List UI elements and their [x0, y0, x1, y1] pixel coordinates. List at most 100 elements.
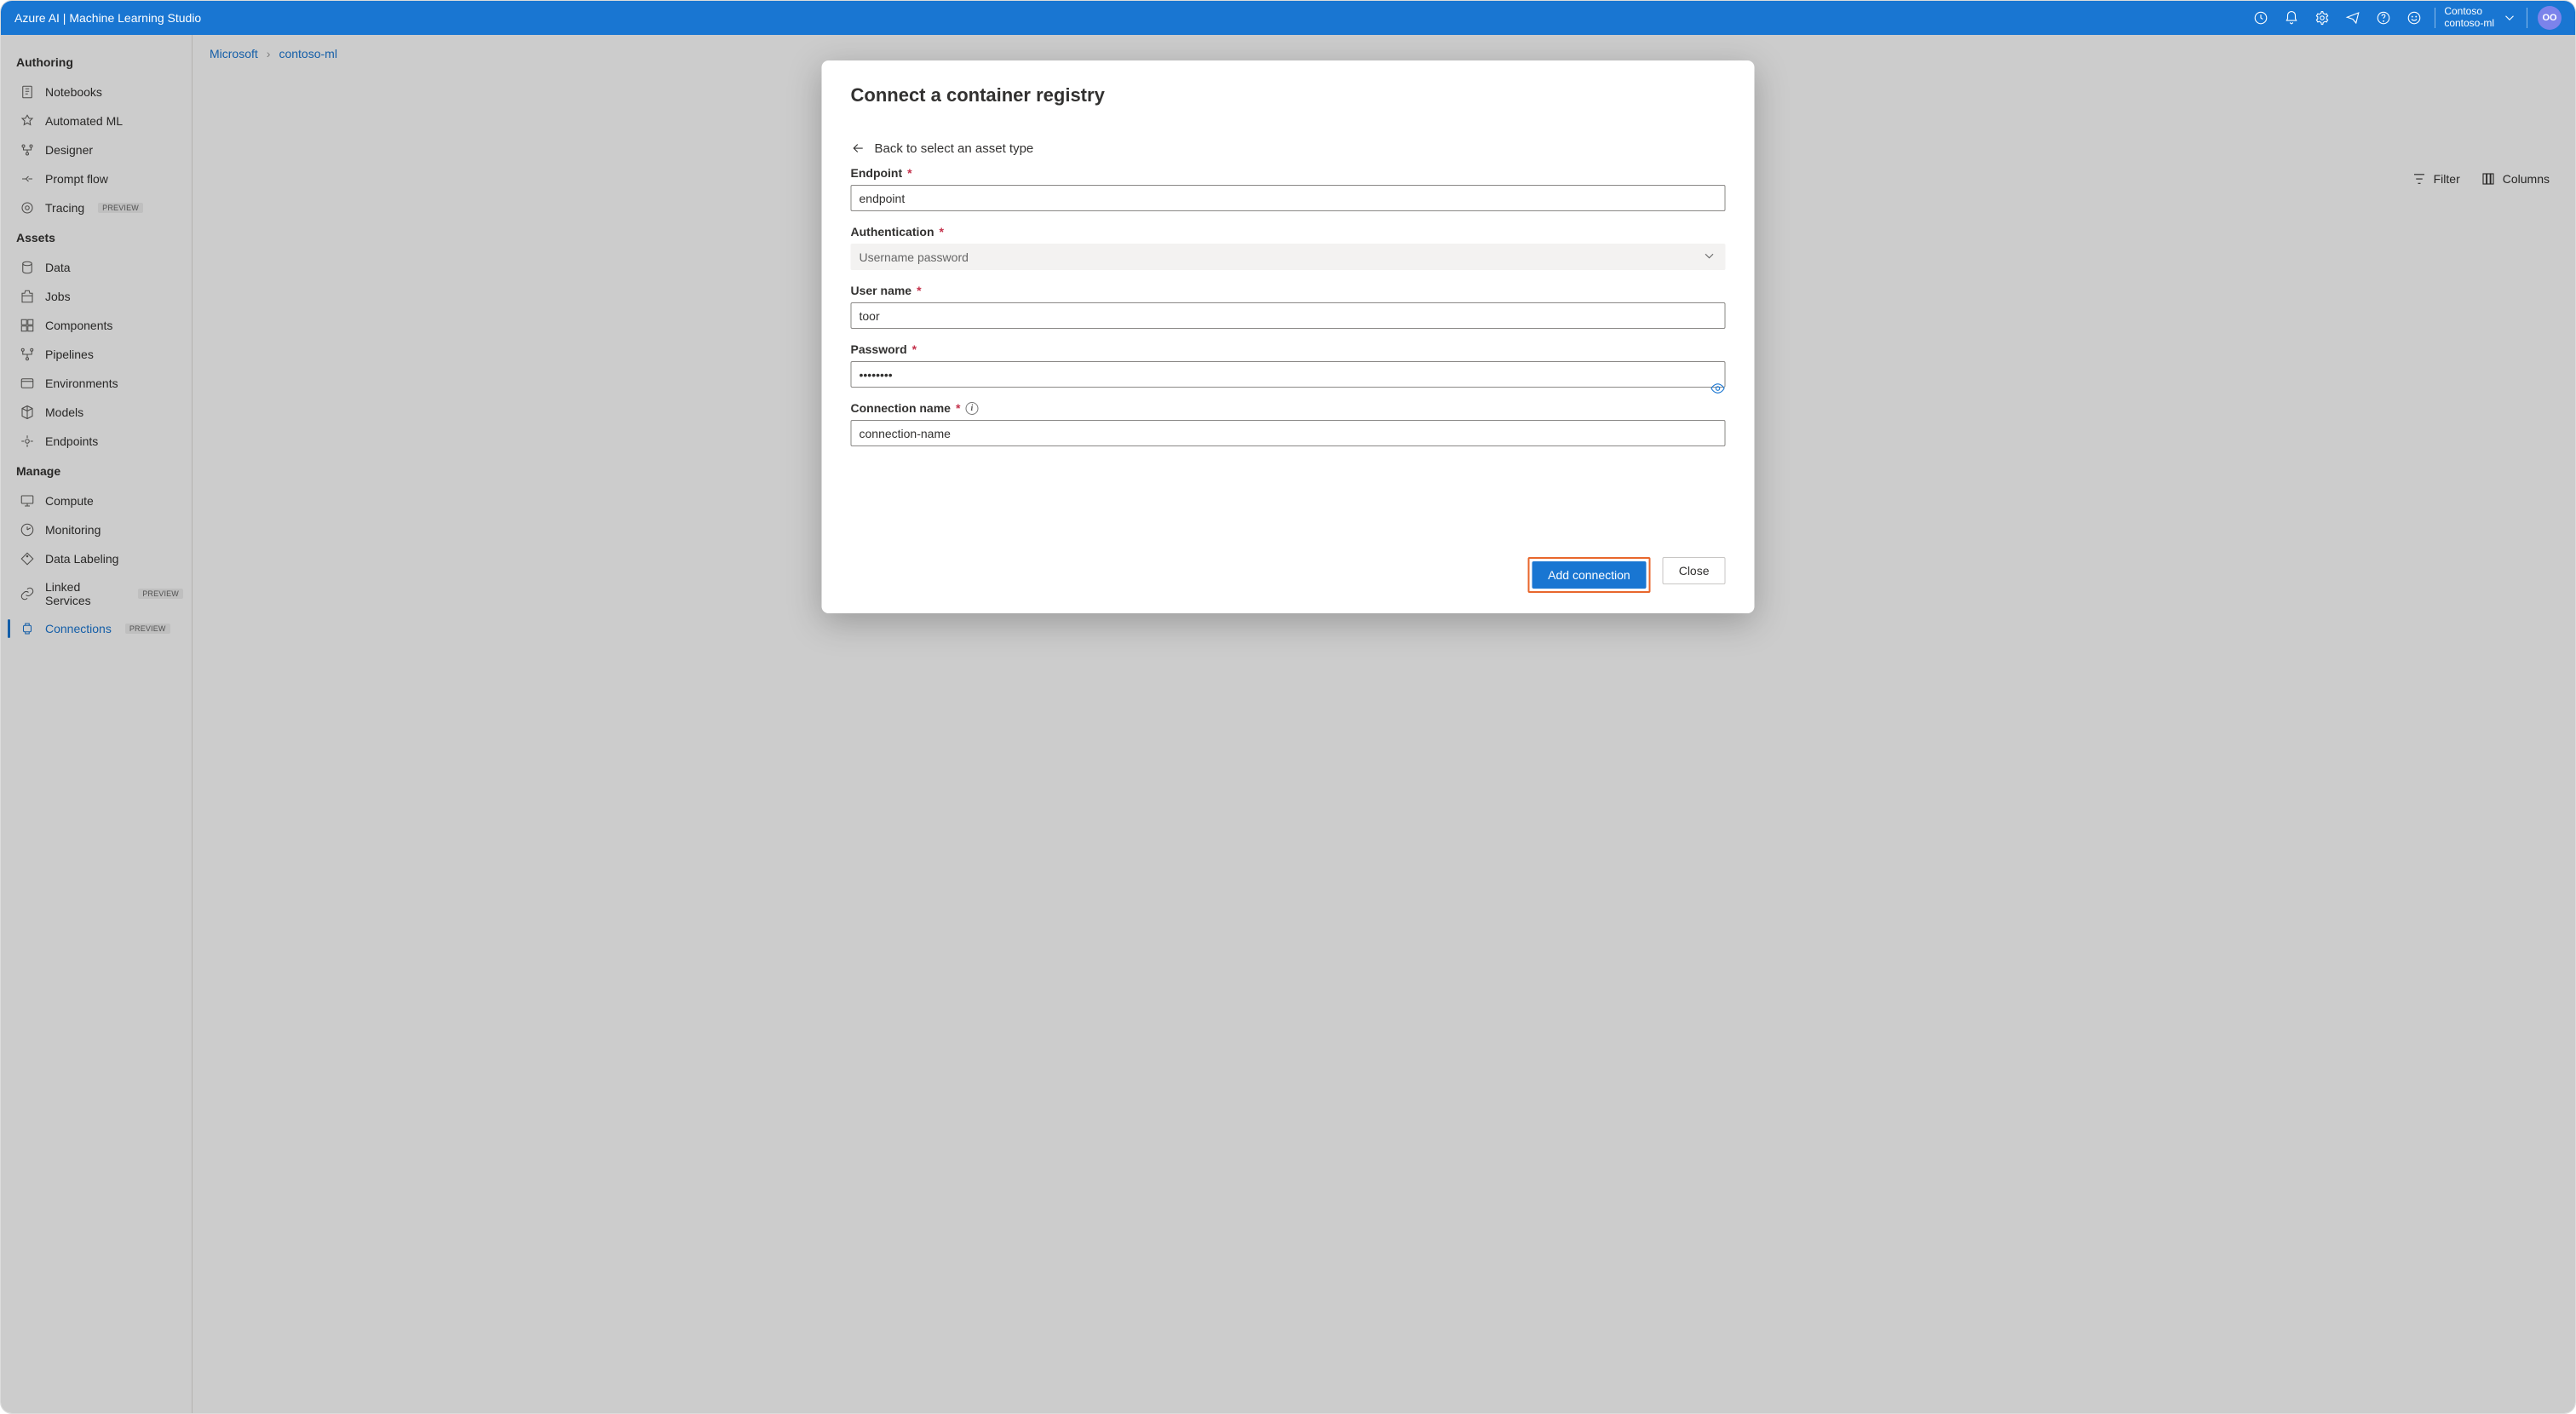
authentication-label: Authentication *: [851, 225, 1726, 239]
feedback-icon[interactable]: [2337, 1, 2368, 35]
breadcrumb-item[interactable]: contoso-ml: [279, 47, 336, 60]
workspace-directory: Contoso: [2444, 6, 2494, 18]
connection-name-label: Connection name * i: [851, 401, 1726, 415]
sidebar-section-manage: Manage: [1, 456, 192, 486]
sidebar-item-label: Environments: [45, 376, 118, 390]
list-toolbar: Filter Columns: [2412, 171, 2550, 187]
environments-icon: [20, 376, 35, 391]
sidebar-item-data-labeling[interactable]: Data Labeling: [1, 544, 192, 573]
sidebar-item-tracing[interactable]: Tracing PREVIEW: [1, 193, 192, 222]
filter-button[interactable]: Filter: [2412, 171, 2460, 187]
sidebar-item-label: Data: [45, 261, 71, 274]
jobs-icon: [20, 289, 35, 304]
sidebar-item-automated-ml[interactable]: Automated ML: [1, 106, 192, 135]
sidebar-item-label: Prompt flow: [45, 172, 108, 186]
sidebar-item-label: Data Labeling: [45, 552, 118, 566]
datalabeling-icon: [20, 551, 35, 566]
info-icon[interactable]: i: [965, 402, 978, 415]
sidebar-section-assets: Assets: [1, 222, 192, 253]
breadcrumb: Microsoft › contoso-ml: [210, 47, 2558, 60]
sidebar-item-prompt-flow[interactable]: Prompt flow: [1, 164, 192, 193]
smile-feedback-icon[interactable]: [2399, 1, 2429, 35]
authentication-select[interactable]: [851, 244, 1726, 270]
username-label: User name *: [851, 284, 1726, 297]
sidebar-item-label: Linked Services: [45, 580, 124, 607]
tracing-icon: [20, 200, 35, 216]
sidebar-item-components[interactable]: Components: [1, 311, 192, 340]
workspace-name: contoso-ml: [2444, 18, 2494, 30]
sidebar-item-label: Endpoints: [45, 434, 98, 448]
add-connection-button[interactable]: Add connection: [1532, 561, 1647, 589]
monitoring-icon: [20, 522, 35, 537]
password-label: Password *: [851, 342, 1726, 356]
models-icon: [20, 405, 35, 420]
workspace-switcher[interactable]: Contoso contoso-ml: [2441, 6, 2498, 30]
connections-icon: [20, 621, 35, 636]
sidebar-item-notebooks[interactable]: Notebooks: [1, 78, 192, 106]
workspace-caret-icon[interactable]: [2498, 10, 2521, 26]
designer-icon: [20, 142, 35, 158]
endpoints-icon: [20, 434, 35, 449]
sidebar-item-label: Components: [45, 319, 112, 332]
preview-badge: PREVIEW: [125, 624, 170, 634]
sidebar-item-label: Notebooks: [45, 85, 102, 99]
back-link-label: Back to select an asset type: [875, 141, 1034, 156]
columns-label: Columns: [2503, 172, 2550, 186]
sidebar-item-endpoints[interactable]: Endpoints: [1, 427, 192, 456]
sidebar-item-pipelines[interactable]: Pipelines: [1, 340, 192, 369]
avatar[interactable]: OO: [2538, 6, 2562, 30]
help-icon[interactable]: [2368, 1, 2399, 35]
notifications-icon[interactable]: [2276, 1, 2307, 35]
filter-label: Filter: [2434, 172, 2460, 186]
sidebar-item-compute[interactable]: Compute: [1, 486, 192, 515]
sidebar-item-label: Compute: [45, 494, 94, 508]
data-icon: [20, 260, 35, 275]
sidebar-item-label: Connections: [45, 622, 112, 635]
automl-icon: [20, 113, 35, 129]
username-input[interactable]: [851, 302, 1726, 329]
topbar: Azure AI | Machine Learning Studio Conto…: [1, 1, 2575, 35]
connection-name-input[interactable]: [851, 420, 1726, 446]
modal-title: Connect a container registry: [851, 84, 1726, 106]
sidebar-item-designer[interactable]: Designer: [1, 135, 192, 164]
tutorial-highlight: Add connection: [1527, 557, 1651, 593]
sidebar-item-environments[interactable]: Environments: [1, 369, 192, 398]
sidebar-item-models[interactable]: Models: [1, 398, 192, 427]
sidebar-item-connections[interactable]: Connections PREVIEW: [1, 614, 192, 643]
sidebar-item-linked-services[interactable]: Linked Services PREVIEW: [1, 573, 192, 614]
sidebar-item-label: Models: [45, 405, 83, 419]
sidebar-item-label: Automated ML: [45, 114, 123, 128]
sidebar: Authoring Notebooks Automated ML Designe…: [1, 35, 193, 1413]
notebook-icon: [20, 84, 35, 100]
connect-container-registry-modal: Connect a container registry Back to sel…: [822, 60, 1755, 613]
product-brand: Azure AI | Machine Learning Studio: [14, 11, 201, 25]
endpoint-input[interactable]: [851, 185, 1726, 211]
password-input[interactable]: [851, 361, 1726, 388]
linkedservices-icon: [20, 586, 35, 601]
sidebar-item-label: Pipelines: [45, 348, 94, 361]
arrow-left-icon: [851, 141, 866, 156]
preview-badge: PREVIEW: [98, 203, 143, 213]
compute-icon: [20, 493, 35, 509]
columns-button[interactable]: Columns: [2481, 171, 2550, 187]
sidebar-item-label: Monitoring: [45, 523, 101, 537]
sidebar-item-data[interactable]: Data: [1, 253, 192, 282]
back-link[interactable]: Back to select an asset type: [851, 141, 1726, 156]
close-button[interactable]: Close: [1663, 557, 1726, 584]
recent-icon[interactable]: [2245, 1, 2276, 35]
reveal-password-icon[interactable]: [1711, 381, 1726, 399]
pipelines-icon: [20, 347, 35, 362]
sidebar-item-monitoring[interactable]: Monitoring: [1, 515, 192, 544]
settings-icon[interactable]: [2307, 1, 2337, 35]
breadcrumb-item[interactable]: Microsoft: [210, 47, 258, 60]
promptflow-icon: [20, 171, 35, 187]
chevron-right-icon: ›: [267, 47, 271, 60]
sidebar-section-authoring: Authoring: [1, 47, 192, 78]
preview-badge: PREVIEW: [138, 589, 183, 599]
sidebar-item-label: Jobs: [45, 290, 71, 303]
components-icon: [20, 318, 35, 333]
endpoint-label: Endpoint *: [851, 166, 1726, 180]
sidebar-item-label: Tracing: [45, 201, 84, 215]
sidebar-item-jobs[interactable]: Jobs: [1, 282, 192, 311]
sidebar-item-label: Designer: [45, 143, 93, 157]
